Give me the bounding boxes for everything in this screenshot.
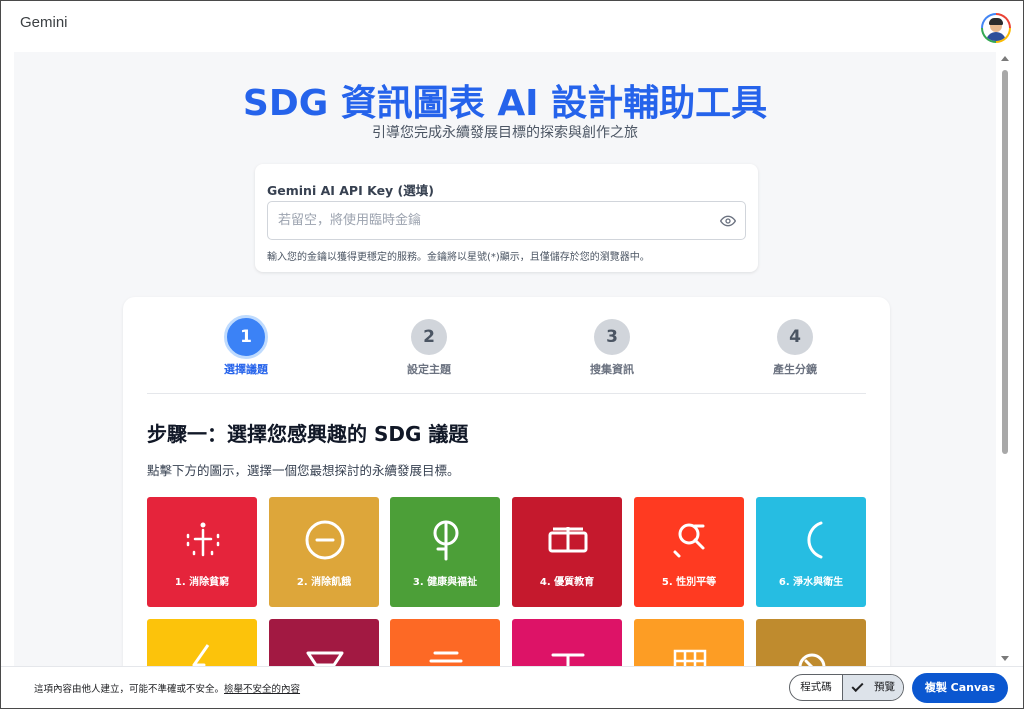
avatar-shirt bbox=[986, 32, 1006, 41]
infrastructure-icon bbox=[429, 651, 463, 663]
scroll-up-arrow[interactable] bbox=[1001, 56, 1009, 61]
preview-label: 預覽 bbox=[874, 681, 895, 693]
api-key-card: Gemini AI API Key (選填) 輸入您的金鑰以獲得更穩定的服務。金… bbox=[255, 164, 758, 272]
step-number: 1 bbox=[224, 315, 268, 359]
scroll-thumb[interactable] bbox=[1002, 70, 1008, 454]
step-2[interactable]: 2 設定主題 bbox=[369, 319, 489, 377]
app-title: Gemini bbox=[20, 14, 68, 31]
scroll-down-arrow[interactable] bbox=[1001, 656, 1009, 661]
sdg-tile-3[interactable]: 3. 健康與福祉 bbox=[390, 497, 500, 607]
consumption-icon bbox=[798, 653, 826, 666]
people-icon bbox=[186, 522, 220, 557]
content-notice: 這項內容由他人建立，可能不準確或不安全。檢舉不安全的內容 bbox=[34, 681, 300, 695]
equality-icon bbox=[551, 653, 585, 666]
water-icon bbox=[807, 521, 823, 559]
step-label: 選擇議題 bbox=[224, 363, 268, 376]
preview-view-button[interactable]: 預覽 bbox=[842, 675, 903, 700]
top-bar: Gemini bbox=[0, 0, 1024, 52]
avatar-hair bbox=[989, 18, 1003, 25]
step-4[interactable]: 4 產生分鏡 bbox=[735, 319, 855, 377]
sdg-tile-label: 5. 性別平等 bbox=[661, 577, 717, 588]
step-1[interactable]: 1 選擇議題 bbox=[186, 315, 306, 377]
code-view-button[interactable]: 程式碼 bbox=[790, 675, 842, 700]
city-icon bbox=[673, 649, 707, 666]
sdg-tile-label: 2. 消除飢餓 bbox=[296, 577, 352, 588]
page-title: SDG 資訊圖表 AI 設計輔助工具 bbox=[242, 83, 768, 124]
sdg-tile-8[interactable] bbox=[269, 619, 379, 666]
energy-icon bbox=[192, 644, 210, 666]
sdg-tile-9[interactable] bbox=[390, 619, 500, 666]
avatar-image bbox=[983, 15, 1009, 41]
footer-bar: 這項內容由他人建立，可能不準確或不安全。檢舉不安全的內容 程式碼 預覽 複製 C… bbox=[0, 666, 1024, 709]
sdg-tile-7[interactable] bbox=[147, 619, 257, 666]
step-label: 產生分鏡 bbox=[773, 363, 817, 376]
api-key-input[interactable] bbox=[278, 202, 708, 239]
sdg-tile-label: 3. 健康與福祉 bbox=[412, 577, 478, 588]
sdg-tile-10[interactable] bbox=[512, 619, 622, 666]
content-notice-text: 這項內容由他人建立，可能不準確或不安全。 bbox=[34, 684, 225, 695]
api-key-field bbox=[267, 201, 746, 240]
step-label: 搜集資訊 bbox=[590, 363, 634, 376]
book-icon bbox=[548, 527, 588, 553]
api-key-hint: 輸入您的金鑰以獲得更穩定的服務。金鑰將以星號(*)顯示，且僅儲存於您的瀏覽器中。 bbox=[267, 252, 650, 263]
report-unsafe-link[interactable]: 檢舉不安全的內容 bbox=[224, 684, 300, 695]
sdg-tile-5[interactable]: 5. 性別平等 bbox=[634, 497, 744, 607]
section-heading: 步驟一：選擇您感興趣的 SDG 議題 bbox=[147, 422, 469, 446]
sdg-tile-label: 4. 優質教育 bbox=[539, 577, 595, 588]
section-description: 點擊下方的圖示，選擇一個您最想探討的永續發展目標。 bbox=[147, 463, 460, 478]
view-toggle: 程式碼 預覽 bbox=[789, 674, 904, 701]
api-key-label: Gemini AI API Key (選填) bbox=[267, 183, 434, 198]
sdg-tile-2[interactable]: 2. 消除飢餓 bbox=[269, 497, 379, 607]
canvas-preview: SDG 資訊圖表 AI 設計輔助工具 引導您完成永續發展目標的探索與創作之旅 G… bbox=[14, 52, 996, 666]
sdg-tile-1[interactable]: 1. 消除貧窮 bbox=[147, 497, 257, 607]
step-divider bbox=[147, 393, 866, 394]
sdg-tile-11[interactable] bbox=[634, 619, 744, 666]
step-number: 2 bbox=[411, 319, 447, 355]
step-number: 3 bbox=[594, 319, 630, 355]
sdg-tile-12[interactable] bbox=[756, 619, 866, 666]
bowl-icon bbox=[305, 520, 345, 560]
wizard-card: 1 選擇議題 2 設定主題 3 搜集資訊 4 產生分鏡 步驟一：選擇您感興趣的 … bbox=[123, 297, 890, 666]
eye-icon[interactable] bbox=[720, 213, 736, 229]
step-3[interactable]: 3 搜集資訊 bbox=[552, 319, 672, 377]
sdg-tile-4[interactable]: 4. 優質教育 bbox=[512, 497, 622, 607]
sdg-tile-6[interactable]: 6. 淨水與衛生 bbox=[756, 497, 866, 607]
sdg-tile-label: 1. 消除貧窮 bbox=[174, 577, 230, 588]
step-label: 設定主題 bbox=[407, 363, 451, 376]
copy-canvas-button[interactable]: 複製 Canvas bbox=[912, 673, 1008, 703]
avatar[interactable] bbox=[981, 13, 1011, 43]
step-number: 4 bbox=[777, 319, 813, 355]
page-subtitle: 引導您完成永續發展目標的探索與創作之旅 bbox=[372, 125, 638, 141]
check-icon bbox=[851, 679, 864, 693]
heartbeat-icon bbox=[433, 520, 459, 561]
growth-icon bbox=[306, 651, 344, 666]
scrollbar[interactable] bbox=[999, 52, 1011, 666]
sdg-tile-label: 6. 淨水與衛生 bbox=[778, 577, 844, 588]
gender-icon bbox=[673, 523, 705, 558]
